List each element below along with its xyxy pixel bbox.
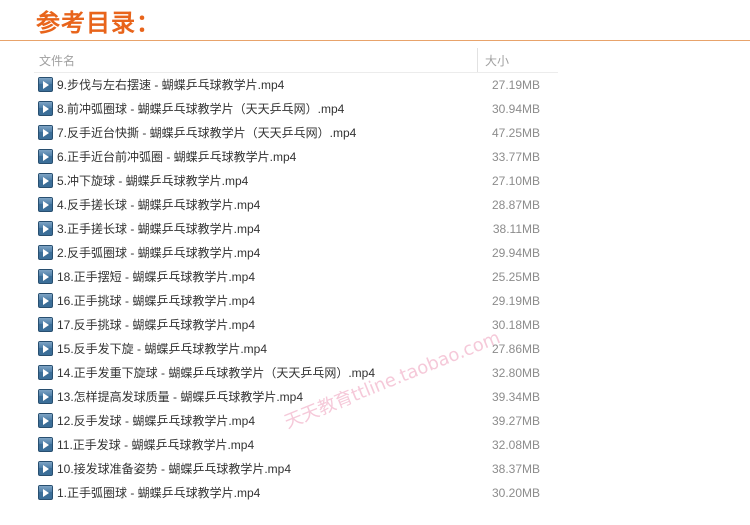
file-list: 文件名 大小 9.步伐与左右摆速 - 蝴蝶乒乓球教学片.mp4 27.19MB 8.… [34,48,558,505]
file-row[interactable]: 16.正手挑球 - 蝴蝶乒乓球教学片.mp4 29.19MB [34,289,558,313]
file-row[interactable]: 9.步伐与左右摆速 - 蝴蝶乒乓球教学片.mp4 27.19MB [34,73,558,97]
file-size: 47.25MB [491,126,540,140]
file-size: 38.37MB [491,462,540,476]
file-row[interactable]: 12.反手发球 - 蝴蝶乒乓球教学片.mp4 39.27MB [34,409,558,433]
file-rows: 9.步伐与左右摆速 - 蝴蝶乒乓球教学片.mp4 27.19MB 8.前冲弧圈球 -… [34,73,558,505]
file-row[interactable]: 4.反手搓长球 - 蝴蝶乒乓球教学片.mp4 28.87MB [34,193,558,217]
file-name[interactable]: 14.正手发重下旋球 - 蝴蝶乒乓球教学片（天天乒乓网）.mp4 [57,366,375,380]
file-name[interactable]: 13.怎样提高发球质量 - 蝴蝶乒乓球教学片.mp4 [57,390,303,404]
file-name[interactable]: 16.正手挑球 - 蝴蝶乒乓球教学片.mp4 [57,294,255,308]
file-size: 29.19MB [491,294,540,308]
title-divider [0,40,750,41]
video-file-icon [38,173,53,188]
file-name[interactable]: 18.正手摆短 - 蝴蝶乒乓球教学片.mp4 [57,270,255,284]
file-row[interactable]: 1.正手弧圈球 - 蝴蝶乒乓球教学片.mp4 30.20MB [34,481,558,505]
video-file-icon [38,389,53,404]
video-file-icon [38,197,53,212]
video-file-icon [38,341,53,356]
column-header-name[interactable]: 文件名 [39,54,75,68]
video-file-icon [38,317,53,332]
file-row[interactable]: 6.正手近台前冲弧圈 - 蝴蝶乒乓球教学片.mp4 33.77MB [34,145,558,169]
file-size: 28.87MB [491,198,540,212]
video-file-icon [38,413,53,428]
file-size: 33.77MB [491,150,540,164]
file-size: 30.18MB [491,318,540,332]
video-file-icon [38,245,53,260]
list-header: 文件名 大小 [34,48,558,73]
file-size: 27.10MB [491,174,540,188]
column-divider[interactable] [477,48,478,72]
file-name[interactable]: 6.正手近台前冲弧圈 - 蝴蝶乒乓球教学片.mp4 [57,150,296,164]
file-size: 29.94MB [491,246,540,260]
file-row[interactable]: 5.冲下旋球 - 蝴蝶乒乓球教学片.mp4 27.10MB [34,169,558,193]
file-name[interactable]: 2.反手弧圈球 - 蝴蝶乒乓球教学片.mp4 [57,246,260,260]
file-size: 32.08MB [491,438,540,452]
file-name[interactable]: 1.正手弧圈球 - 蝴蝶乒乓球教学片.mp4 [57,486,260,500]
file-row[interactable]: 3.正手搓长球 - 蝴蝶乒乓球教学片.mp4 38.11MB [34,217,558,241]
file-name[interactable]: 15.反手发下旋 - 蝴蝶乒乓球教学片.mp4 [57,342,267,356]
file-name[interactable]: 8.前冲弧圈球 - 蝴蝶乒乓球教学片（天天乒乓网）.mp4 [57,102,344,116]
file-size: 27.19MB [491,78,540,92]
file-row[interactable]: 13.怎样提高发球质量 - 蝴蝶乒乓球教学片.mp4 39.34MB [34,385,558,409]
file-row[interactable]: 11.正手发球 - 蝴蝶乒乓球教学片.mp4 32.08MB [34,433,558,457]
file-size: 39.34MB [491,390,540,404]
file-size: 39.27MB [491,414,540,428]
file-name[interactable]: 10.接发球准备姿势 - 蝴蝶乒乓球教学片.mp4 [57,462,291,476]
column-header-size[interactable]: 大小 [485,54,509,68]
video-file-icon [38,149,53,164]
video-file-icon [38,77,53,92]
file-row[interactable]: 10.接发球准备姿势 - 蝴蝶乒乓球教学片.mp4 38.37MB [34,457,558,481]
file-size: 30.20MB [491,486,540,500]
file-name[interactable]: 7.反手近台快撕 - 蝴蝶乒乓球教学片（天天乒乓网）.mp4 [57,126,356,140]
video-file-icon [38,221,53,236]
video-file-icon [38,485,53,500]
file-row[interactable]: 7.反手近台快撕 - 蝴蝶乒乓球教学片（天天乒乓网）.mp4 47.25MB [34,121,558,145]
file-row[interactable]: 17.反手挑球 - 蝴蝶乒乓球教学片.mp4 30.18MB [34,313,558,337]
video-file-icon [38,365,53,380]
page-title: 参考目录： [36,8,161,37]
file-size: 32.80MB [491,366,540,380]
file-size: 27.86MB [491,342,540,356]
video-file-icon [38,125,53,140]
file-row[interactable]: 18.正手摆短 - 蝴蝶乒乓球教学片.mp4 25.25MB [34,265,558,289]
file-row[interactable]: 14.正手发重下旋球 - 蝴蝶乒乓球教学片（天天乒乓网）.mp4 32.80MB [34,361,558,385]
video-file-icon [38,101,53,116]
file-row[interactable]: 2.反手弧圈球 - 蝴蝶乒乓球教学片.mp4 29.94MB [34,241,558,265]
file-size: 25.25MB [491,270,540,284]
file-size: 30.94MB [491,102,540,116]
file-row[interactable]: 8.前冲弧圈球 - 蝴蝶乒乓球教学片（天天乒乓网）.mp4 30.94MB [34,97,558,121]
file-name[interactable]: 5.冲下旋球 - 蝴蝶乒乓球教学片.mp4 [57,174,248,188]
file-name[interactable]: 12.反手发球 - 蝴蝶乒乓球教学片.mp4 [57,414,255,428]
file-name[interactable]: 9.步伐与左右摆速 - 蝴蝶乒乓球教学片.mp4 [57,78,284,92]
file-name[interactable]: 4.反手搓长球 - 蝴蝶乒乓球教学片.mp4 [57,198,260,212]
file-size: 38.11MB [492,222,540,236]
video-file-icon [38,437,53,452]
video-file-icon [38,461,53,476]
file-name[interactable]: 3.正手搓长球 - 蝴蝶乒乓球教学片.mp4 [57,222,260,236]
file-name[interactable]: 17.反手挑球 - 蝴蝶乒乓球教学片.mp4 [57,318,255,332]
file-name[interactable]: 11.正手发球 - 蝴蝶乒乓球教学片.mp4 [57,438,254,452]
video-file-icon [38,269,53,284]
video-file-icon [38,293,53,308]
file-row[interactable]: 15.反手发下旋 - 蝴蝶乒乓球教学片.mp4 27.86MB [34,337,558,361]
